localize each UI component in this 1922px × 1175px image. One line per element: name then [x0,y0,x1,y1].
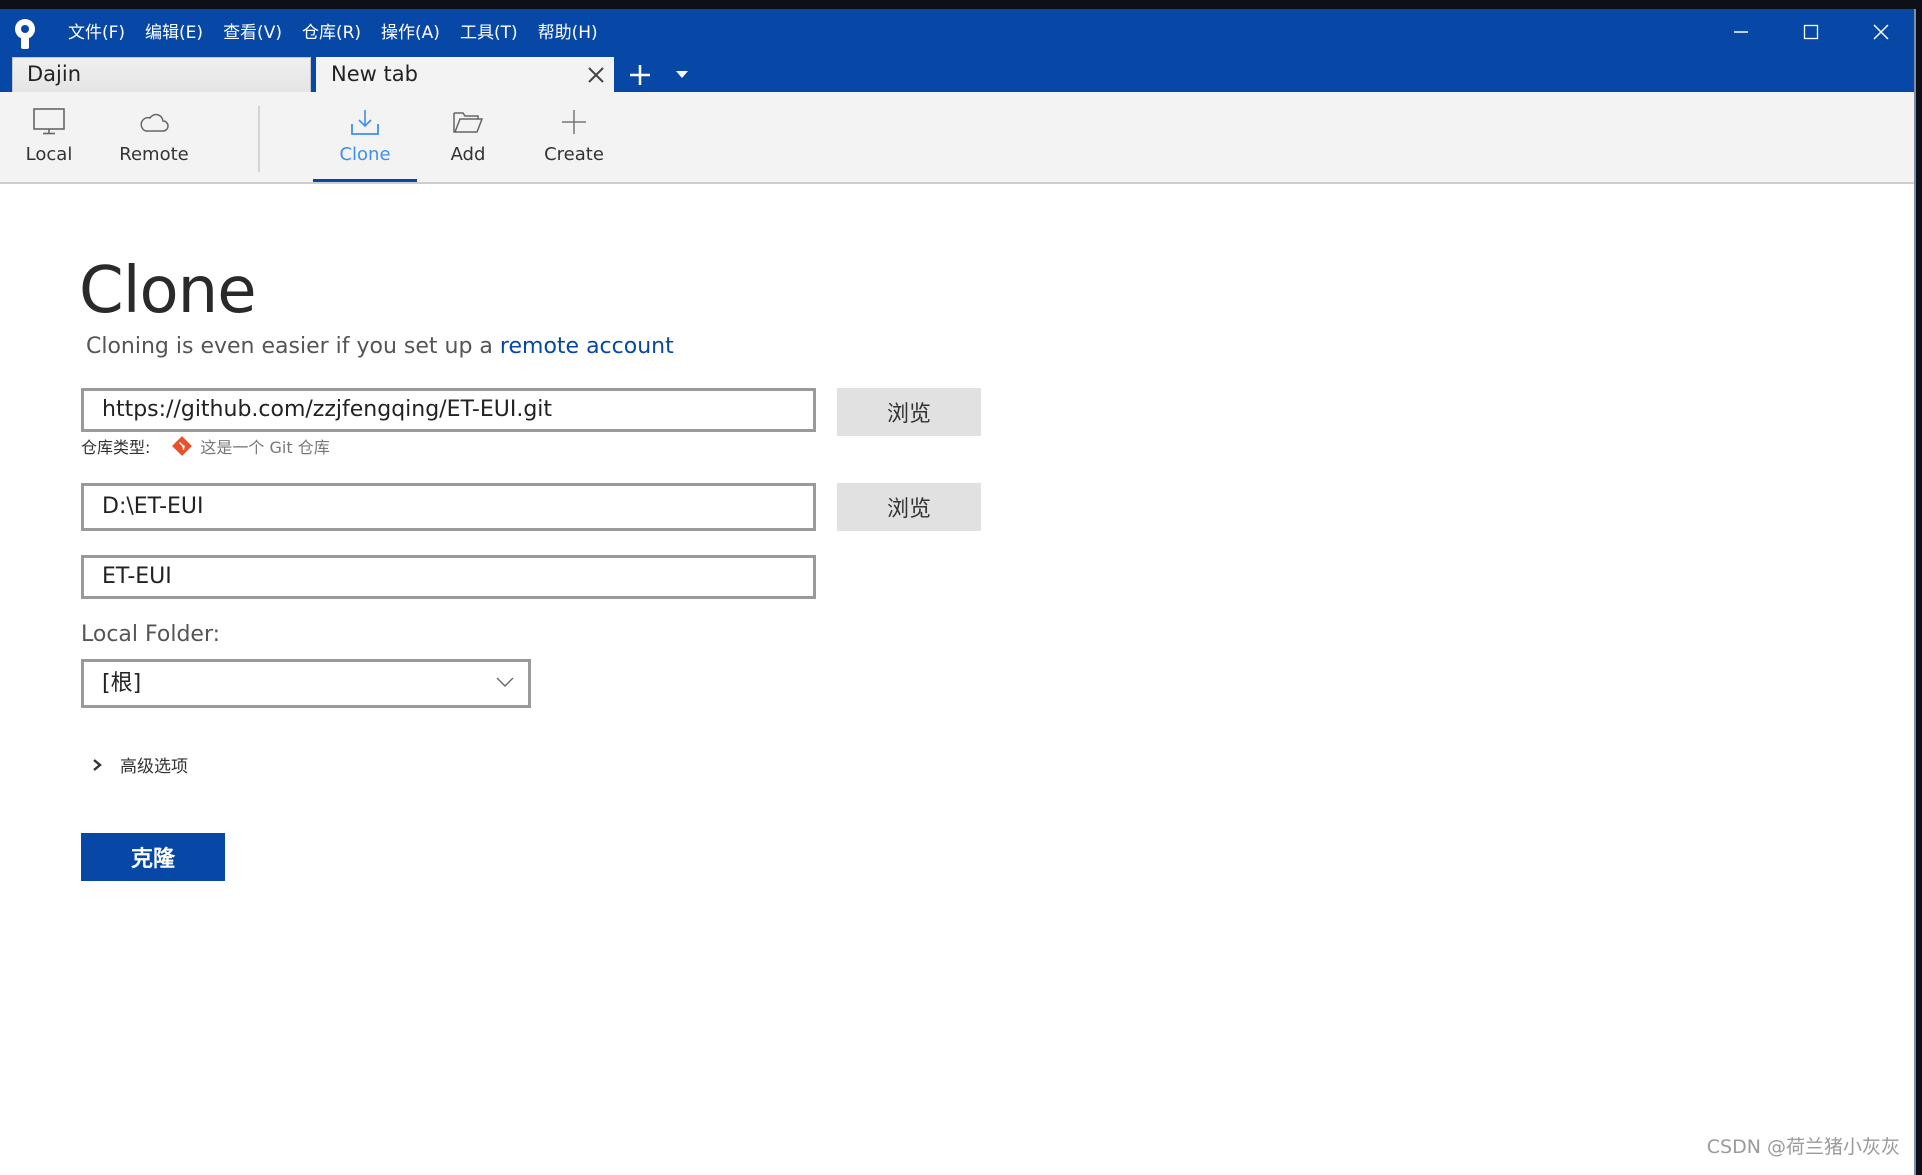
tab-list-button[interactable] [664,57,700,92]
tab-close-button[interactable] [585,64,607,86]
page-subtitle: Cloning is even easier if you set up a r… [86,334,674,359]
repo-name-input[interactable]: ET-EUI [81,555,816,599]
toolbar-label: Clone [339,144,391,165]
browse-source-button[interactable]: 浏览 [837,388,981,436]
toolbar-label: Create [544,144,604,165]
minimize-icon [1734,31,1748,33]
menu-bar: 文件(F) 编辑(E) 查看(V) 仓库(R) 操作(A) 工具(T) 帮助(H… [58,19,608,47]
toolbar-clone[interactable]: Clone [313,92,417,182]
chevron-down-icon [496,677,514,687]
menu-actions[interactable]: 操作(A) [371,19,450,47]
toolbar-add[interactable]: Add [448,92,488,182]
repo-type-label: 仓库类型: [81,438,151,457]
toolbar-create[interactable]: Create [544,92,604,182]
plus-icon [562,110,586,134]
active-indicator [313,179,417,182]
local-folder-value: [根] [102,671,142,696]
tab-label: Dajin [27,62,82,86]
page-title: Clone [79,254,257,328]
menu-file[interactable]: 文件(F) [58,19,135,47]
app-window: 文件(F) 编辑(E) 查看(V) 仓库(R) 操作(A) 工具(T) 帮助(H… [0,9,1916,1175]
toolbar-label: Local [25,144,73,165]
sourcetree-logo-icon [15,19,35,49]
git-icon [172,436,193,456]
minimize-button[interactable] [1706,9,1776,55]
tab-label: New tab [331,62,418,86]
toolbar-divider [258,106,260,172]
repo-type-value: 这是一个 Git 仓库 [200,438,330,457]
close-icon [588,67,604,83]
menu-edit[interactable]: 编辑(E) [135,19,213,47]
toolbar-remote[interactable]: Remote [116,92,192,182]
clone-button[interactable]: 克隆 [81,833,225,881]
tab-strip: Dajin New tab [12,57,700,92]
monitor-icon [33,108,65,135]
destination-path-input[interactable]: D:\ET-EUI [81,483,816,531]
caret-down-icon [676,70,688,78]
toolbar-label: Add [450,144,486,165]
watermark: CSDN @荷兰猪小灰灰 [1706,1136,1900,1158]
maximize-button[interactable] [1776,9,1846,55]
chevron-right-icon [93,758,102,771]
menu-help[interactable]: 帮助(H) [528,19,608,47]
menu-repository[interactable]: 仓库(R) [292,19,371,47]
local-folder-label: Local Folder: [81,622,221,647]
subtitle-text: Cloning is even easier if you set up a [86,334,500,359]
menu-view[interactable]: 查看(V) [213,19,292,47]
new-tab-button[interactable] [620,57,660,92]
source-url-input[interactable]: https://github.com/zzjfengqing/ET-EUI.gi… [81,388,816,432]
toolbar-local[interactable]: Local [24,92,74,182]
menu-tools[interactable]: 工具(T) [450,19,528,47]
advanced-options-label: 高级选项 [120,757,188,777]
maximize-icon [1803,24,1819,40]
tab-dajin[interactable]: Dajin [12,57,311,92]
close-icon [1873,24,1889,40]
repo-type-info: 仓库类型: 这是一个 Git 仓库 [81,434,330,458]
folder-open-icon [453,112,484,133]
browse-destination-button[interactable]: 浏览 [837,483,981,531]
toolbar: Local Remote Clone Add Create [0,92,1914,184]
remote-account-link[interactable]: remote account [500,334,674,359]
advanced-options-toggle[interactable]: 高级选项 [90,752,188,777]
download-icon [351,110,379,135]
close-window-button[interactable] [1846,9,1916,55]
toolbar-label: Remote [119,144,189,165]
title-bar: 文件(F) 编辑(E) 查看(V) 仓库(R) 操作(A) 工具(T) 帮助(H… [0,9,1914,92]
plus-icon [630,64,650,85]
local-folder-select[interactable]: [根] [81,659,531,708]
cloud-icon [140,113,169,132]
tab-new-tab[interactable]: New tab [316,57,614,92]
